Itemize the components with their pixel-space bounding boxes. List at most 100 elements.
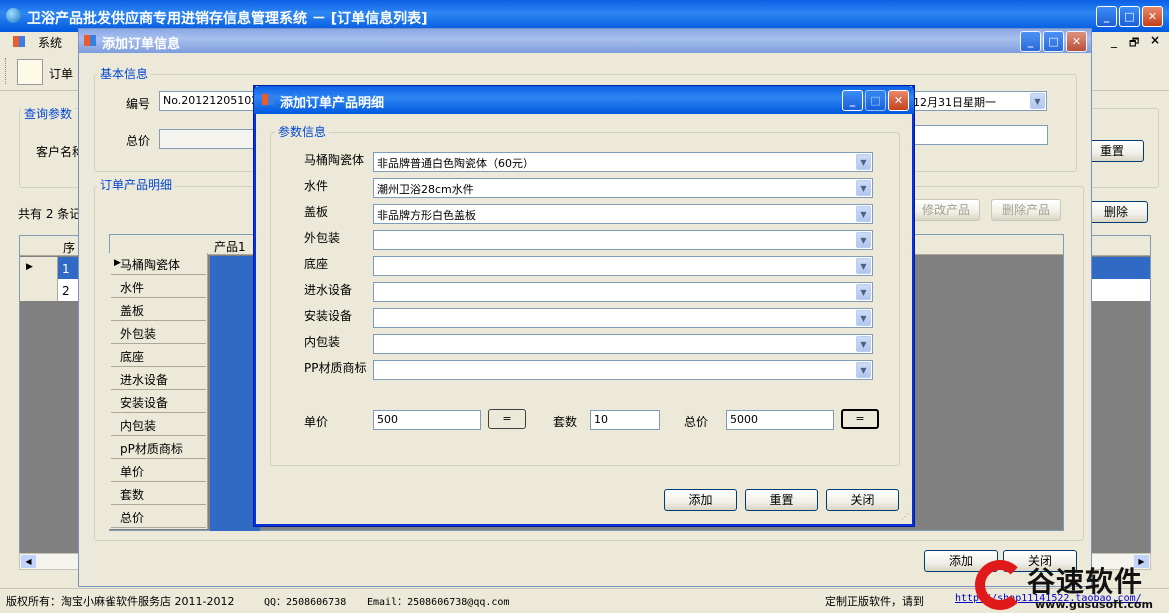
row-header-inner-pack: 内包装	[111, 414, 206, 436]
order-notepad-icon[interactable]	[17, 59, 43, 85]
row-header-base: 底座	[111, 345, 206, 367]
mdi-minimize-icon[interactable]: _	[1111, 34, 1117, 48]
inlet-select[interactable]: ▼	[373, 282, 873, 302]
mdi-restore-icon[interactable]: 🗗	[1129, 34, 1139, 53]
product-column-cells[interactable]	[210, 256, 260, 531]
row-header-cover-label: 盖板	[120, 304, 145, 318]
row-header-outer-pack: 外包装	[111, 322, 206, 344]
list-delete-button[interactable]: 删除	[1084, 201, 1148, 223]
chevron-down-icon[interactable]: ▼	[856, 258, 871, 274]
fitting-select-value: 潮州卫浴28cm水件	[377, 183, 474, 196]
order-total-label: 总价	[126, 134, 151, 148]
row-header-inner-pack-label: 内包装	[120, 419, 157, 433]
field-label-ceramic: 马桶陶瓷体	[304, 153, 365, 167]
dialog-add-button[interactable]: 添加	[664, 489, 737, 511]
grid-col-product1: 产品1	[214, 240, 246, 254]
sets-input[interactable]: 10	[590, 410, 660, 430]
order-maximize-button[interactable]: □	[1043, 31, 1064, 52]
chevron-down-icon[interactable]: ▼	[856, 336, 871, 352]
chevron-down-icon[interactable]: ▼	[856, 206, 871, 222]
order-date-picker[interactable]: 12月31日星期一 ▼	[909, 91, 1047, 111]
chevron-down-icon[interactable]: ▼	[856, 232, 871, 248]
row-header-outer-pack-label: 外包装	[120, 327, 157, 341]
row-header-total-label: 总价	[120, 511, 145, 525]
row-header-ceramic-label: 马桶陶瓷体	[120, 258, 181, 272]
install-select[interactable]: ▼	[373, 308, 873, 328]
order-remark-field[interactable]	[909, 125, 1048, 145]
toolbar-order-label[interactable]: 订单	[49, 65, 73, 82]
edit-product-button[interactable]: 修改产品	[912, 199, 980, 221]
dialog-close-button-bottom[interactable]: 关闭	[826, 489, 899, 511]
resize-grip-icon[interactable]: ⋰	[901, 512, 909, 521]
field-label-fitting: 水件	[304, 179, 329, 193]
toolbar-grip	[5, 58, 8, 84]
outer-pack-select[interactable]: ▼	[373, 230, 873, 250]
main-window-title: 卫浴产品批发供应商专用进销存信息管理系统 － [订单信息列表]	[27, 11, 428, 27]
total-equals-button[interactable]: =	[841, 409, 879, 429]
fitting-select[interactable]: 潮州卫浴28cm水件 ▼	[373, 178, 873, 198]
field-label-base: 底座	[304, 257, 329, 271]
mdi-close-icon[interactable]: ×	[1150, 33, 1160, 47]
row-header-trademark: pP材质商标	[111, 437, 206, 459]
row-header-unit-price-label: 单价	[120, 465, 145, 479]
menu-system[interactable]: 系统	[38, 34, 62, 51]
chevron-down-icon[interactable]: ▼	[856, 154, 871, 170]
chevron-down-icon[interactable]: ▼	[856, 284, 871, 300]
app-globe-icon	[6, 8, 21, 23]
status-copyright: 版权所有：淘宝小麻雀软件服务店 2011-2012	[6, 595, 235, 608]
base-select[interactable]: ▼	[373, 256, 873, 276]
unit-price-input[interactable]: 500	[373, 410, 481, 430]
row-header-base-label: 底座	[120, 350, 145, 364]
row-header-fitting-label: 水件	[120, 281, 145, 295]
row-header-sets-label: 套数	[120, 488, 145, 502]
order-number-label: 编号	[126, 97, 151, 111]
chevron-down-icon[interactable]: ▼	[856, 362, 871, 378]
order-minimize-button[interactable]: _	[1020, 31, 1041, 52]
order-close-button[interactable]: ✕	[1066, 31, 1087, 52]
query-group-label: 查询参数	[21, 105, 76, 122]
row-header-unit-price: 单价	[111, 460, 206, 482]
scroll-left-icon[interactable]: ◀	[21, 555, 36, 568]
dialog-minimize-button[interactable]: _	[842, 90, 863, 111]
inner-pack-select[interactable]: ▼	[373, 334, 873, 354]
main-maximize-button[interactable]: □	[1119, 6, 1140, 27]
ceramic-select[interactable]: 非品牌普通白色陶瓷体（60元） ▼	[373, 152, 873, 172]
row-header-inlet-label: 进水设备	[120, 373, 169, 387]
field-label-inlet: 进水设备	[304, 283, 353, 297]
grid-col-seq: 序	[63, 241, 76, 255]
row-header-install: 安装设备	[111, 391, 206, 413]
chevron-down-icon[interactable]: ▼	[856, 310, 871, 326]
dialog-close-button[interactable]: ✕	[888, 90, 909, 111]
form-window-icon	[84, 35, 96, 46]
watermark-logo: 谷速软件 www.gususoft.com	[975, 560, 1169, 613]
row-header-fitting: 水件	[111, 276, 206, 298]
product-detail-dialog: 添加订单产品明细 _ □ ✕ 参数信息 马桶陶瓷体 非品牌普通白色陶瓷体（60元…	[254, 86, 914, 526]
main-close-button[interactable]: ✕	[1142, 6, 1163, 27]
row-header-ceramic: 马桶陶瓷体	[111, 253, 206, 275]
cover-select[interactable]: 非品牌方形白色盖板 ▼	[373, 204, 873, 224]
dialog-maximize-button[interactable]: □	[865, 90, 886, 111]
add-order-title: 添加订单信息	[102, 37, 181, 52]
add-order-title-bar: 添加订单信息 _ □ ✕	[79, 29, 1091, 53]
field-label-cover: 盖板	[304, 205, 329, 219]
grid-row-seq: 1	[62, 262, 70, 276]
unit-price-equals-button[interactable]: =	[488, 409, 526, 429]
delete-product-button[interactable]: 删除产品	[991, 199, 1061, 221]
trademark-select[interactable]: ▼	[373, 360, 873, 380]
row-selector-arrow-icon: ▶	[26, 262, 33, 272]
row-header-total: 总价	[111, 506, 206, 528]
dialog-total-input[interactable]: 5000	[726, 410, 834, 430]
dialog-reset-button[interactable]: 重置	[745, 489, 818, 511]
order-detail-label: 订单产品明细	[97, 176, 176, 193]
dialog-title-bar: 添加订单产品明细 _ □ ✕	[254, 86, 914, 114]
dialog-title: 添加订单产品明细	[280, 96, 385, 111]
main-minimize-button[interactable]: _	[1096, 6, 1117, 27]
record-count: 共有 2 条记	[18, 207, 82, 221]
dialog-window-icon	[262, 94, 274, 105]
status-email: Email：2508606738@qq.com	[367, 597, 510, 608]
row-header-cover: 盖板	[111, 299, 206, 321]
chevron-down-icon[interactable]: ▼	[1030, 93, 1045, 109]
field-label-install: 安装设备	[304, 309, 353, 323]
watermark-url: www.gususoft.com	[1035, 598, 1153, 611]
chevron-down-icon[interactable]: ▼	[856, 180, 871, 196]
